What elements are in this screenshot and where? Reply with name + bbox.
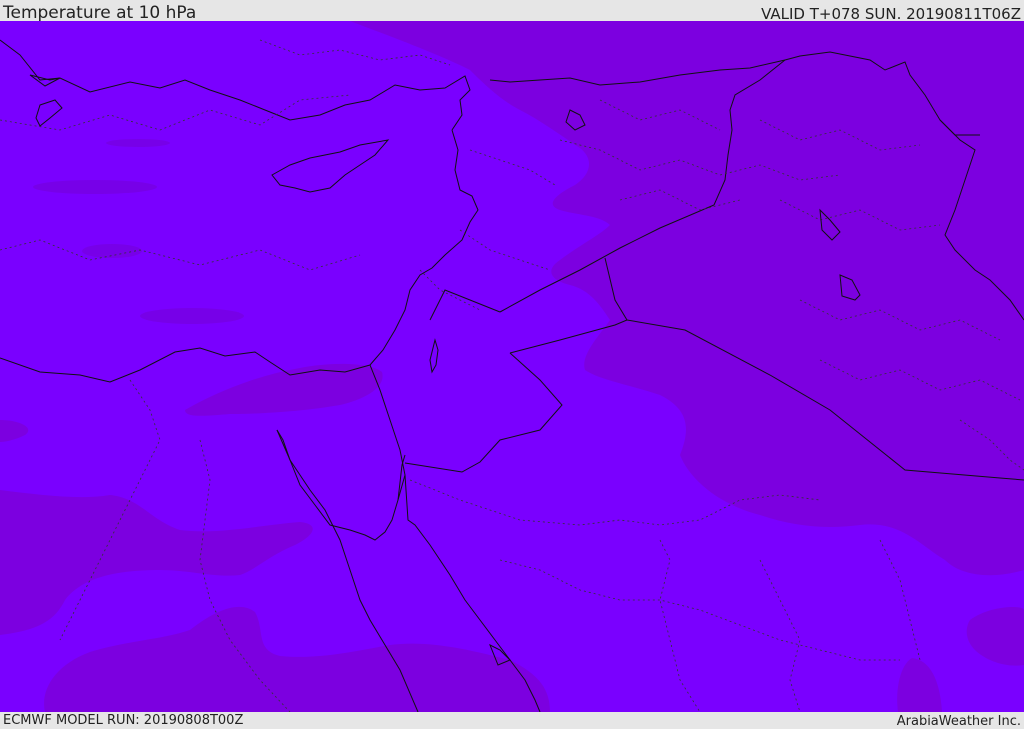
map-title: Temperature at 10 hPa bbox=[3, 3, 197, 23]
model-run-label: ECMWF MODEL RUN: 20190808T00Z bbox=[3, 713, 244, 728]
credit-label: ArabiaWeather Inc. bbox=[896, 714, 1021, 729]
temperature-map bbox=[0, 21, 1024, 712]
